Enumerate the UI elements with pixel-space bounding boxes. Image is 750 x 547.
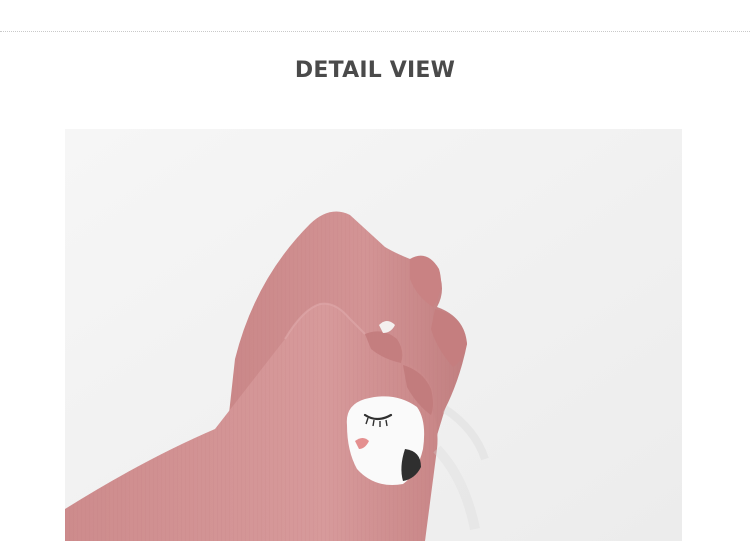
pink-sock-icon (65, 129, 682, 541)
top-divider (0, 31, 750, 32)
product-detail-photo (65, 129, 682, 541)
section-title: DETAIL VIEW (294, 58, 456, 83)
